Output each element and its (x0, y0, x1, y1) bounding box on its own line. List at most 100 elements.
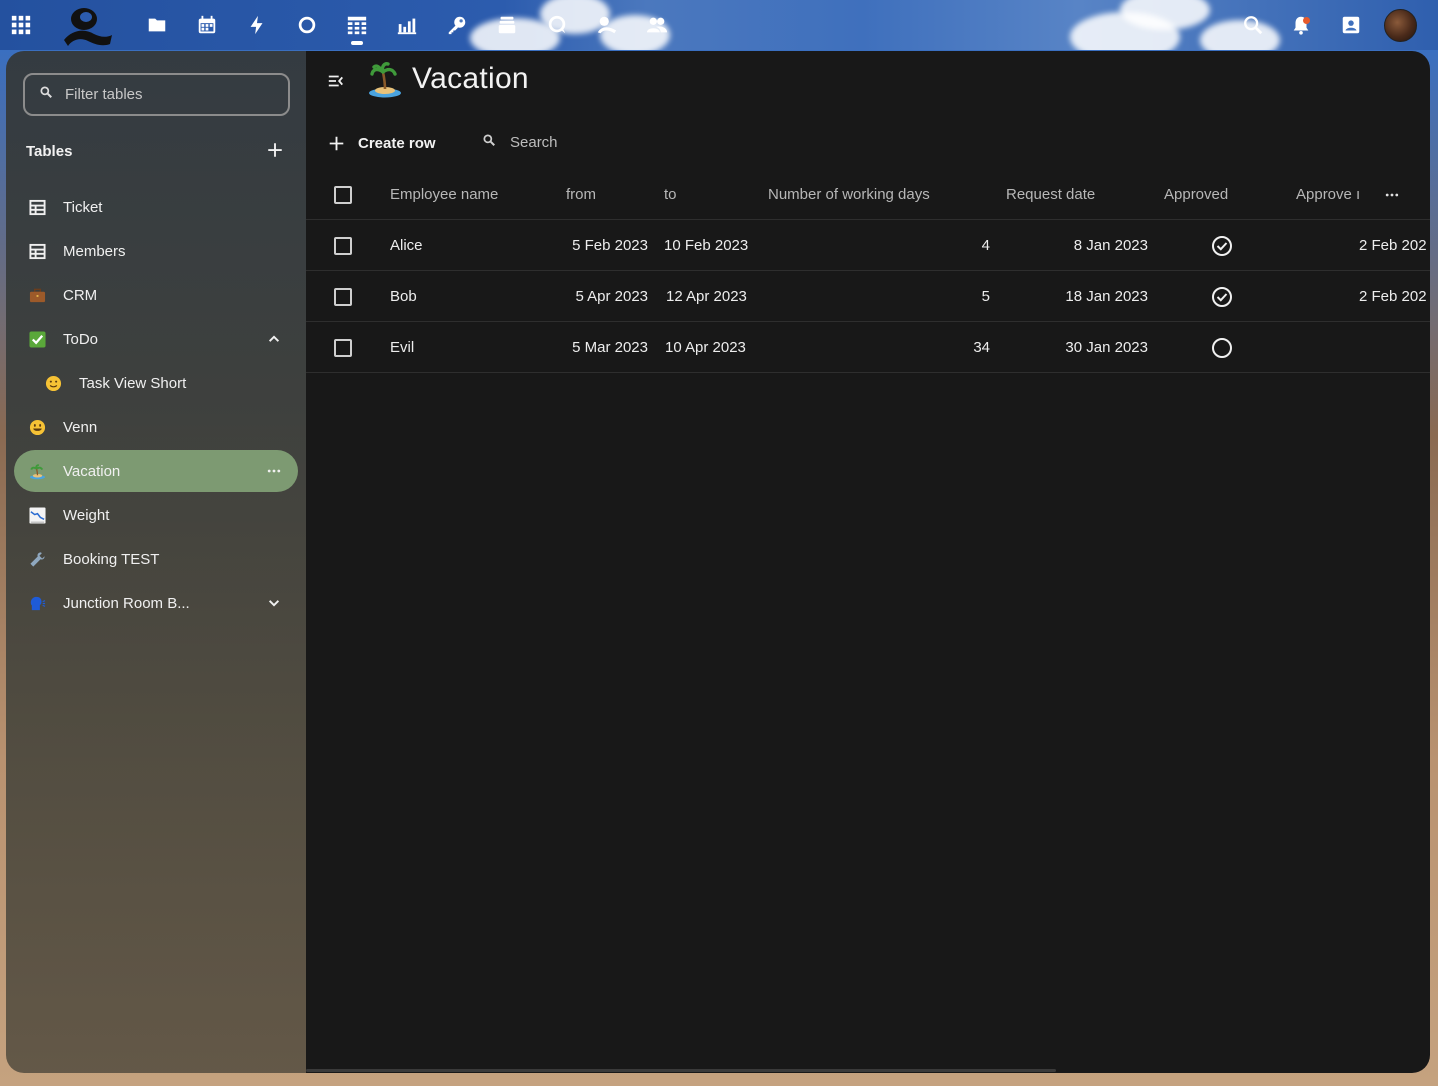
row-checkbox-cell (334, 271, 352, 322)
contacts-icon[interactable] (645, 13, 669, 37)
column-header-working-days[interactable]: Number of working days (768, 169, 930, 220)
slightly-smiling-face-emoji-icon (43, 373, 63, 393)
column-header-to[interactable]: to (664, 169, 677, 220)
table-row[interactable]: Evil 5 Mar 2023 10 Apr 2023 34 30 Jan 20… (306, 322, 1430, 373)
checkmark-circle-icon (1212, 235, 1232, 256)
contacts-menu-icon[interactable] (1339, 13, 1363, 37)
active-app-indicator (351, 41, 363, 45)
sidebar-item-members[interactable]: Members (14, 230, 298, 272)
cell-from: 5 Mar 2023 (572, 339, 648, 356)
logo[interactable] (60, 4, 114, 48)
search-icon[interactable] (1241, 13, 1265, 37)
app-menu-icon[interactable] (9, 13, 33, 37)
sidebar-item-label: Ticket (63, 198, 103, 216)
table-row[interactable]: Alice 5 Feb 2023 10 Feb 2023 4 8 Jan 202… (306, 220, 1430, 271)
sidebar-item-label: Venn (63, 418, 98, 436)
sidebar-item-label: Members (63, 242, 126, 260)
create-row-button[interactable]: Create row (326, 131, 436, 155)
sidebar-item-booking-test[interactable]: Booking TEST (14, 538, 298, 580)
column-header-request-date[interactable]: Request date (1006, 169, 1095, 220)
sidebar-item-venn[interactable]: Venn (14, 406, 298, 448)
circles-icon[interactable] (295, 13, 319, 37)
row-checkbox[interactable] (334, 287, 352, 306)
sidebar-item-vacation[interactable]: Vacation (14, 450, 298, 492)
briefcase-emoji-icon (27, 285, 47, 305)
chevron-down-icon[interactable] (264, 593, 284, 613)
calendar-icon[interactable] (195, 13, 219, 37)
filter-tables-box[interactable] (23, 73, 290, 116)
cell-approved (1211, 322, 1233, 373)
notifications-icon[interactable] (1289, 13, 1313, 37)
sidebar-item-label: Booking TEST (63, 550, 160, 568)
chevron-up-icon[interactable] (264, 329, 284, 349)
sidebar-item-label: Vacation (63, 462, 121, 480)
sidebar-item-junction-room[interactable]: Junction Room B... (14, 582, 298, 624)
search-icon (39, 85, 53, 104)
table-row[interactable]: Bob 5 Apr 2023 12 Apr 2023 5 18 Jan 2023… (306, 271, 1430, 322)
column-header-approved-on[interactable]: Approve ı (1296, 169, 1360, 220)
sidebar-item-task-view-short[interactable]: Task View Short (14, 362, 298, 404)
select-all-checkbox[interactable] (334, 185, 352, 204)
cell-working-days: 5 (981, 288, 990, 305)
cell-request-date: 8 Jan 2023 (1073, 237, 1148, 254)
desert-island-emoji-icon (368, 61, 402, 99)
check-mark-emoji-icon (27, 329, 47, 349)
horizontal-scrollbar[interactable] (306, 1069, 1056, 1072)
column-header-employee-name[interactable]: Employee name (390, 169, 498, 220)
cell-to: 10 Feb 2023 (664, 237, 749, 254)
column-options-icon[interactable] (1382, 185, 1402, 205)
analytics-icon[interactable] (395, 13, 419, 37)
passwords-icon[interactable] (445, 13, 469, 37)
avatar[interactable] (1384, 9, 1417, 42)
cell-working-days: 4 (981, 237, 990, 254)
deck-icon[interactable] (495, 13, 519, 37)
search-input[interactable] (510, 134, 690, 151)
sidebar-item-label: Weight (63, 506, 110, 524)
cell-approved (1211, 220, 1233, 271)
add-table-button[interactable] (264, 139, 286, 161)
column-header-from[interactable]: from (566, 169, 596, 220)
cell-approved-on: 2 Feb 202 (1359, 237, 1427, 254)
desert-island-emoji-icon (27, 461, 47, 481)
sidebar-item-label: Task View Short (79, 374, 187, 392)
cell-employee-name: Alice (390, 237, 423, 254)
empty-circle-icon (1212, 337, 1232, 358)
cell-approved (1211, 271, 1233, 322)
collectives-icon[interactable] (595, 13, 619, 37)
create-row-label: Create row (358, 134, 436, 152)
column-header-approved[interactable]: Approved (1164, 169, 1228, 220)
tables-icon[interactable] (345, 13, 369, 37)
sidebar-item-label: ToDo (63, 330, 99, 348)
talk-icon[interactable] (545, 13, 569, 37)
cell-from: 5 Apr 2023 (575, 288, 648, 305)
speaking-head-emoji-icon (27, 593, 47, 613)
collapse-sidebar-icon[interactable] (326, 71, 346, 91)
more-options-icon[interactable] (264, 461, 284, 481)
table-icon (27, 241, 47, 261)
activity-icon[interactable] (245, 13, 269, 37)
sidebar-item-ticket[interactable]: Ticket (14, 186, 298, 228)
notification-dot (1303, 17, 1310, 24)
grinning-face-emoji-icon (27, 417, 47, 437)
files-icon[interactable] (145, 13, 169, 37)
row-checkbox[interactable] (334, 236, 352, 255)
sidebar-item-todo[interactable]: ToDo (14, 318, 298, 360)
table-header: Employee name from to Number of working … (306, 169, 1430, 220)
column-options-cell (1382, 169, 1402, 220)
row-checkbox[interactable] (334, 338, 352, 357)
row-checkbox-cell (334, 322, 352, 373)
row-checkbox-cell (334, 220, 352, 271)
sidebar-item-crm[interactable]: CRM (14, 274, 298, 316)
cell-to: 12 Apr 2023 (666, 288, 747, 305)
table-icon (27, 197, 47, 217)
cell-request-date: 18 Jan 2023 (1065, 288, 1148, 305)
tables-heading: Tables (26, 143, 73, 160)
search-icon (482, 133, 496, 152)
table-search[interactable] (482, 133, 690, 152)
select-all-checkbox-cell (334, 169, 352, 220)
sidebar-item-weight[interactable]: Weight (14, 494, 298, 536)
cell-working-days: 34 (973, 339, 990, 356)
checkmark-circle-icon (1212, 286, 1232, 307)
filter-tables-input[interactable] (65, 86, 265, 103)
cell-employee-name: Bob (390, 288, 417, 305)
